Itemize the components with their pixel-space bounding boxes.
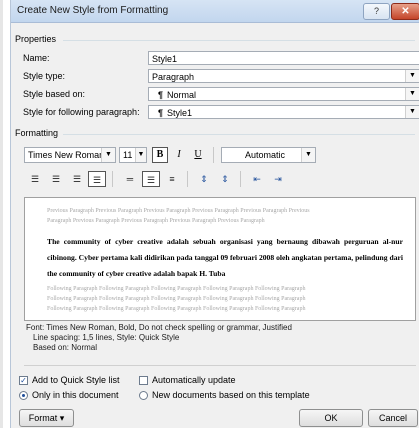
ok-button[interactable]: OK <box>299 409 363 427</box>
background-window-edge <box>0 0 3 428</box>
toolbar-divider <box>112 171 113 187</box>
toolbar-divider <box>240 171 241 187</box>
font-value: Times New Roman <box>28 150 105 160</box>
paragraph-mark-icon: ¶ <box>158 108 164 118</box>
chevron-down-icon: ▼ <box>301 148 315 162</box>
properties-separator <box>63 40 415 41</box>
previous-paragraph-line: Previous Paragraph Previous Paragraph Pr… <box>47 208 310 214</box>
underline-button[interactable]: U <box>190 147 206 163</box>
auto-update-checkbox[interactable] <box>139 376 148 385</box>
title-bar: Create New Style from Formatting ? ✕ <box>11 0 419 23</box>
name-value: Style1 <box>152 54 178 64</box>
following-paragraph-line: Following Paragraph Following Paragraph … <box>47 296 306 302</box>
description-line: Line spacing: 1,5 lines, Style: Quick St… <box>33 333 180 342</box>
toolbar-divider <box>187 171 188 187</box>
chevron-down-icon: ▼ <box>405 106 419 118</box>
style-type-value: Paragraph <box>152 72 195 82</box>
formatting-separator <box>63 134 415 135</box>
format-button[interactable]: Format ▾ <box>19 409 74 427</box>
based-on-label: Style based on: <box>23 89 86 99</box>
single-spacing-button[interactable]: ═ <box>121 171 139 187</box>
space-after-icon: ⇕ <box>221 174 229 184</box>
following-paragraph-line: Following Paragraph Following Paragraph … <box>47 286 306 292</box>
checkmark-icon: ✓ <box>20 376 27 385</box>
align-left-icon: ☰ <box>30 174 40 184</box>
justify-button[interactable]: ☰ <box>88 171 106 187</box>
space-after-button[interactable]: ⇕ <box>216 171 234 187</box>
preview-main-text: The community of cyber creative adalah s… <box>47 237 403 278</box>
toolbar-divider <box>213 147 214 163</box>
dialog-title: Create New Style from Formatting <box>17 5 169 16</box>
font-size-select[interactable]: 11 ▼ <box>119 147 147 163</box>
font-size-value: 11 <box>123 150 133 160</box>
only-this-document-radio[interactable] <box>19 391 28 400</box>
auto-update-label: Automatically update <box>152 375 236 385</box>
decrease-indent-icon: ⇤ <box>253 174 261 184</box>
following-label: Style for following paragraph: <box>23 107 140 117</box>
add-quick-style-checkbox[interactable]: ✓ <box>19 376 28 385</box>
chevron-down-icon: ▼ <box>405 70 419 82</box>
font-color-select[interactable]: Automatic ▼ <box>221 147 316 163</box>
description-line: Based on: Normal <box>33 343 98 352</box>
double-spacing-icon: ≡ <box>169 174 175 184</box>
font-select[interactable]: Times New Roman ▼ <box>24 147 116 163</box>
following-paragraph-line: Following Paragraph Following Paragraph … <box>47 306 306 312</box>
italic-button[interactable]: I <box>171 147 187 163</box>
help-button[interactable]: ? <box>363 3 390 20</box>
font-color-value: Automatic <box>244 150 286 160</box>
one-half-spacing-icon: ☰ <box>146 175 156 185</box>
chevron-down-icon: ▼ <box>405 88 419 100</box>
align-right-icon: ☰ <box>72 174 82 184</box>
following-value: Style1 <box>167 108 193 118</box>
description-separator <box>24 365 416 366</box>
bold-button[interactable]: B <box>152 147 168 163</box>
based-on-value: Normal <box>167 90 197 100</box>
underline-icon: U <box>194 149 202 160</box>
description-line: Font: Times New Roman, Bold, Do not chec… <box>26 323 292 332</box>
previous-paragraph-line: Paragraph Previous Paragraph Previous Pa… <box>47 218 265 224</box>
increase-indent-button[interactable]: ⇥ <box>269 171 287 187</box>
new-documents-label: New documents based on this template <box>152 390 310 400</box>
one-half-spacing-button[interactable]: ☰ <box>142 171 160 187</box>
justify-icon: ☰ <box>92 175 102 185</box>
add-quick-style-label: Add to Quick Style list <box>32 375 120 385</box>
style-type-label: Style type: <box>23 71 66 81</box>
italic-icon: I <box>177 149 181 160</box>
name-input[interactable]: Style1 <box>148 51 419 65</box>
style-preview-pane: Previous Paragraph Previous Paragraph Pr… <box>24 197 416 321</box>
increase-indent-icon: ⇥ <box>274 174 282 184</box>
decrease-indent-button[interactable]: ⇤ <box>248 171 266 187</box>
paragraph-mark-icon: ¶ <box>158 90 164 100</box>
double-spacing-button[interactable]: ≡ <box>163 171 181 187</box>
single-spacing-icon: ═ <box>126 174 134 184</box>
radio-selected-dot <box>22 394 25 397</box>
bold-icon: B <box>156 149 164 160</box>
new-documents-radio[interactable] <box>139 391 148 400</box>
align-center-button[interactable]: ☰ <box>47 171 65 187</box>
space-before-icon: ⇕ <box>200 174 208 184</box>
chevron-down-icon: ▼ <box>135 148 146 162</box>
style-type-select[interactable]: Paragraph ▼ <box>148 69 419 83</box>
align-center-icon: ☰ <box>51 174 61 184</box>
space-before-button[interactable]: ⇕ <box>195 171 213 187</box>
name-label: Name: <box>23 53 50 63</box>
style-description: Font: Times New Roman, Bold, Do not chec… <box>26 323 416 353</box>
close-button[interactable]: ✕ <box>391 3 419 20</box>
create-style-dialog: Create New Style from Formatting ? ✕ Pro… <box>10 0 419 428</box>
properties-section-label: Properties <box>15 34 57 44</box>
based-on-select[interactable]: ¶ Normal ▼ <box>148 87 419 101</box>
chevron-down-icon: ▼ <box>101 148 115 162</box>
following-style-select[interactable]: ¶ Style1 ▼ <box>148 105 419 119</box>
align-left-button[interactable]: ☰ <box>26 171 44 187</box>
formatting-section-label: Formatting <box>15 128 59 138</box>
align-right-button[interactable]: ☰ <box>68 171 86 187</box>
cancel-button[interactable]: Cancel <box>368 409 418 427</box>
only-this-document-label: Only in this document <box>32 390 119 400</box>
